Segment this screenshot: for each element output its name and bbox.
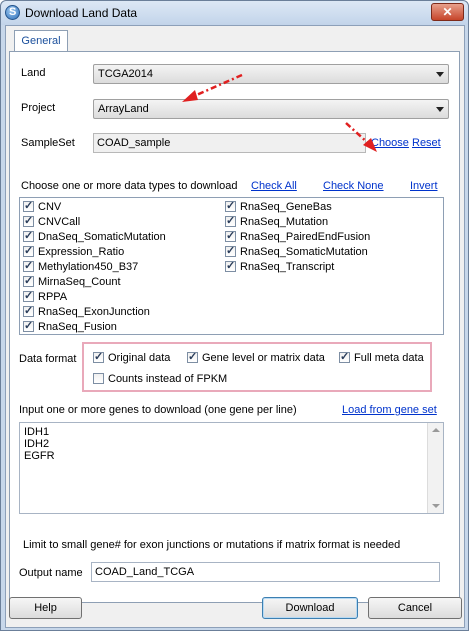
chevron-down-icon <box>436 72 444 77</box>
help-button[interactable]: Help <box>9 597 82 619</box>
download-land-data-window: S Download Land Data ✕ General Land TCGA… <box>0 0 469 631</box>
gene-limit-note: Limit to small gene# for exon junctions … <box>23 539 401 551</box>
checkbox-checked-icon <box>187 351 198 364</box>
datatype-checkbox[interactable]: RnaSeq_Mutation <box>225 215 328 230</box>
gene-line: EGFR <box>24 450 55 462</box>
vertical-scrollbar[interactable] <box>427 423 443 513</box>
title-bar[interactable]: S Download Land Data ✕ <box>1 1 468 25</box>
datatype-checkbox[interactable]: RPPA <box>23 290 67 305</box>
checkbox-unchecked-icon <box>93 373 104 384</box>
datatype-checkbox[interactable]: CNV <box>23 200 61 215</box>
datatypes-prompt: Choose one or more data types to downloa… <box>21 180 238 192</box>
scroll-down-icon[interactable] <box>432 504 440 508</box>
checkbox-checked-icon <box>23 200 34 213</box>
sampleset-label: SampleSet <box>21 137 75 149</box>
land-select-value: TCGA2014 <box>98 68 154 80</box>
genes-textarea[interactable]: IDH1 IDH2 EGFR <box>19 422 444 514</box>
datatype-checkbox[interactable]: RnaSeq_SomaticMutation <box>225 245 368 260</box>
checkbox-checked-icon <box>23 305 34 318</box>
checkbox-checked-icon <box>23 290 34 303</box>
land-label: Land <box>21 67 46 79</box>
invert-link[interactable]: Invert <box>410 180 438 192</box>
cancel-button[interactable]: Cancel <box>368 597 462 619</box>
chevron-down-icon <box>436 107 444 112</box>
check-none-link[interactable]: Check None <box>323 180 384 192</box>
choose-link[interactable]: Choose <box>371 137 409 149</box>
datatypes-list: CNV CNVCall DnaSeq_SomaticMutation Expre… <box>19 197 444 335</box>
checkbox-checked-icon <box>225 260 236 273</box>
datatype-checkbox[interactable]: RnaSeq_GeneBas <box>225 200 332 215</box>
counts-checkbox[interactable]: Counts instead of FPKM <box>93 373 227 387</box>
data-format-label: Data format <box>19 353 77 365</box>
dialog-client: General Land TCGA2014 Project ArrayLand … <box>5 25 465 628</box>
output-name-field[interactable]: COAD_Land_TCGA <box>91 562 440 582</box>
app-icon: S <box>5 5 20 20</box>
datatype-checkbox[interactable]: RnaSeq_Transcript <box>225 260 334 275</box>
checkbox-checked-icon <box>225 245 236 258</box>
checkbox-checked-icon <box>225 200 236 213</box>
checkbox-checked-icon <box>23 260 34 273</box>
output-name-label: Output name <box>19 567 83 579</box>
project-select[interactable]: ArrayLand <box>93 99 449 119</box>
checkbox-checked-icon <box>23 230 34 243</box>
original-data-checkbox[interactable]: Original data <box>93 351 170 366</box>
project-select-value: ArrayLand <box>98 103 149 115</box>
datatype-checkbox[interactable]: DnaSeq_SomaticMutation <box>23 230 166 245</box>
close-icon[interactable]: ✕ <box>431 3 464 21</box>
datatype-checkbox[interactable]: RnaSeq_Fusion <box>23 320 117 335</box>
checkbox-checked-icon <box>23 320 34 333</box>
download-button[interactable]: Download <box>262 597 358 619</box>
checkbox-checked-icon <box>23 215 34 228</box>
land-select[interactable]: TCGA2014 <box>93 64 449 84</box>
datatype-checkbox[interactable]: CNVCall <box>23 215 80 230</box>
checkbox-checked-icon <box>23 245 34 258</box>
checkbox-checked-icon <box>339 351 350 364</box>
checkbox-checked-icon <box>93 351 104 364</box>
datatype-checkbox[interactable]: Expression_Ratio <box>23 245 124 260</box>
datatype-checkbox[interactable]: MirnaSeq_Count <box>23 275 121 290</box>
sampleset-field[interactable]: COAD_sample <box>93 133 366 153</box>
gene-level-checkbox[interactable]: Gene level or matrix data <box>187 351 325 366</box>
datatype-checkbox[interactable]: RnaSeq_PairedEndFusion <box>225 230 370 245</box>
load-from-gene-set-link[interactable]: Load from gene set <box>342 404 437 416</box>
full-meta-checkbox[interactable]: Full meta data <box>339 351 424 366</box>
window-title: Download Land Data <box>25 6 138 20</box>
checkbox-checked-icon <box>225 215 236 228</box>
gene-line: IDH2 <box>24 438 50 450</box>
check-all-link[interactable]: Check All <box>251 180 297 192</box>
reset-link[interactable]: Reset <box>412 137 441 149</box>
datatype-checkbox[interactable]: Methylation450_B37 <box>23 260 138 275</box>
checkbox-checked-icon <box>23 275 34 288</box>
checkbox-checked-icon <box>225 230 236 243</box>
gene-line: IDH1 <box>24 426 50 438</box>
tab-general[interactable]: General <box>14 30 68 52</box>
datatype-checkbox[interactable]: RnaSeq_ExonJunction <box>23 305 150 320</box>
genes-prompt: Input one or more genes to download (one… <box>19 404 297 416</box>
scroll-up-icon[interactable] <box>432 428 440 432</box>
project-label: Project <box>21 102 56 114</box>
